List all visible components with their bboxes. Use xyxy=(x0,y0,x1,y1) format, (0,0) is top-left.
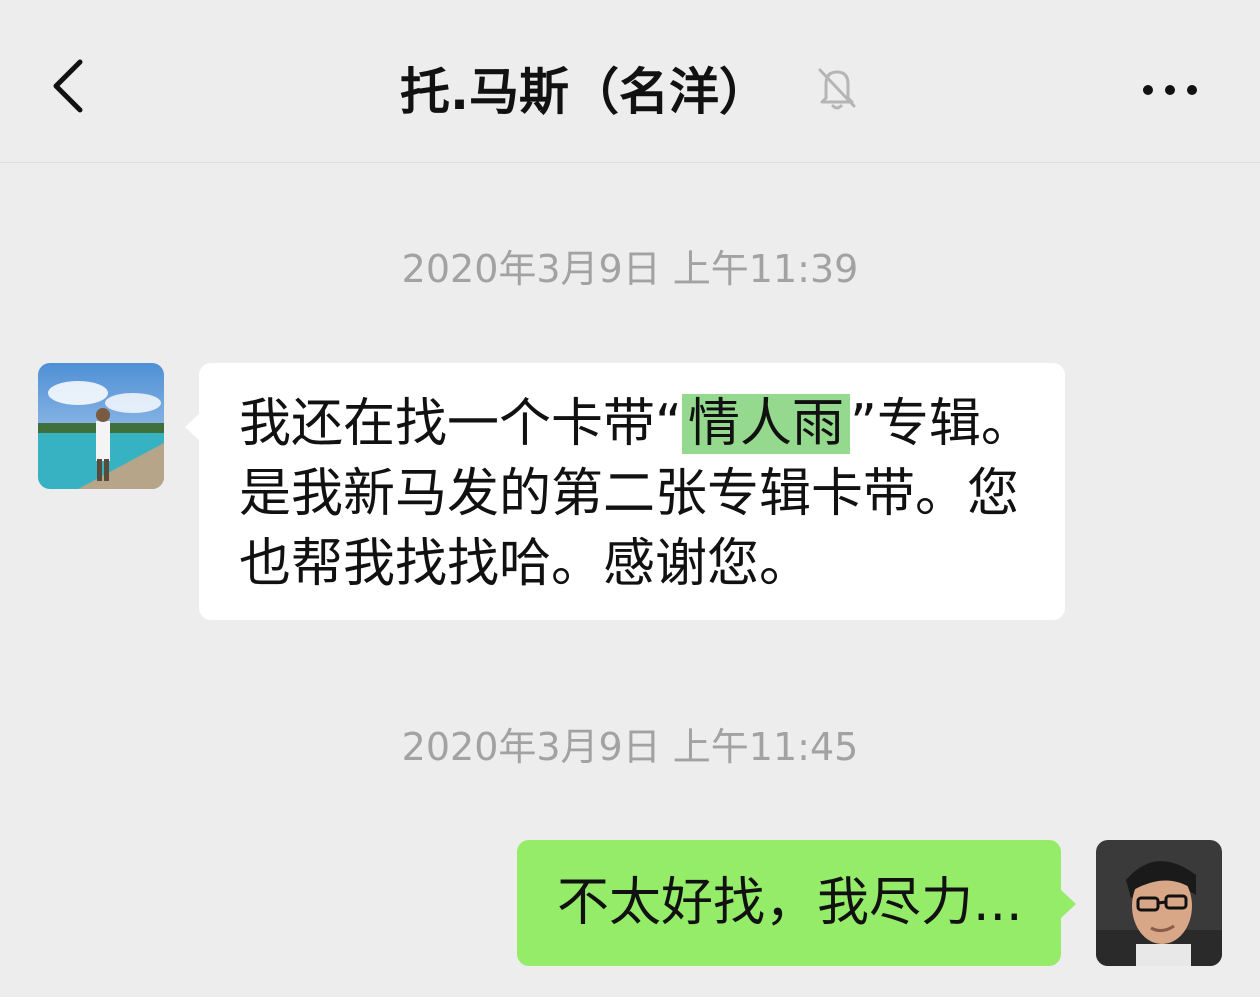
outgoing-message-bubble[interactable]: 不太好找，我尽力... xyxy=(517,840,1076,966)
message-text-segment: 我还在找一个卡带“ xyxy=(239,394,682,454)
more-dots-icon xyxy=(1143,85,1197,95)
message-timestamp: 2020年3月9日 上午11:39 xyxy=(401,247,859,291)
contact-avatar[interactable] xyxy=(38,363,164,489)
message-line: 我还在找一个卡带“ 情人雨 ”专辑。 xyxy=(239,389,1059,459)
message-line: 是我新马发的第二张专辑卡带。您 xyxy=(239,464,1020,524)
more-button[interactable] xyxy=(1130,70,1210,110)
message-text-segment: ”专辑。 xyxy=(849,394,1033,454)
message-line: 也帮我找找哈。感谢您。 xyxy=(239,534,812,594)
title-area: 托.马斯（名洋） xyxy=(0,50,1260,121)
chat-header: 托.马斯（名洋） xyxy=(0,0,1260,163)
chat-title: 托.马斯（名洋） xyxy=(400,63,769,121)
chat-screen: 托.马斯（名洋） 2020年3月9日 上午11:39 我还在找一个卡带“ 情人雨… xyxy=(0,0,1260,997)
bell-off-icon xyxy=(812,62,862,112)
self-avatar[interactable] xyxy=(1096,840,1222,966)
incoming-message-text: 我还在找一个卡带“ 情人雨 ”专辑。 是我新马发的第二张专辑卡带。您 也帮我找找哈。… xyxy=(239,389,1059,599)
message-timestamp: 2020年3月9日 上午11:45 xyxy=(401,725,859,769)
highlighted-text: 情人雨 xyxy=(681,394,850,454)
outgoing-message-text: 不太好找，我尽力... xyxy=(557,873,1023,933)
incoming-message-bubble[interactable]: 我还在找一个卡带“ 情人雨 ”专辑。 是我新马发的第二张专辑卡带。您 也帮我找找哈。… xyxy=(185,363,1065,620)
